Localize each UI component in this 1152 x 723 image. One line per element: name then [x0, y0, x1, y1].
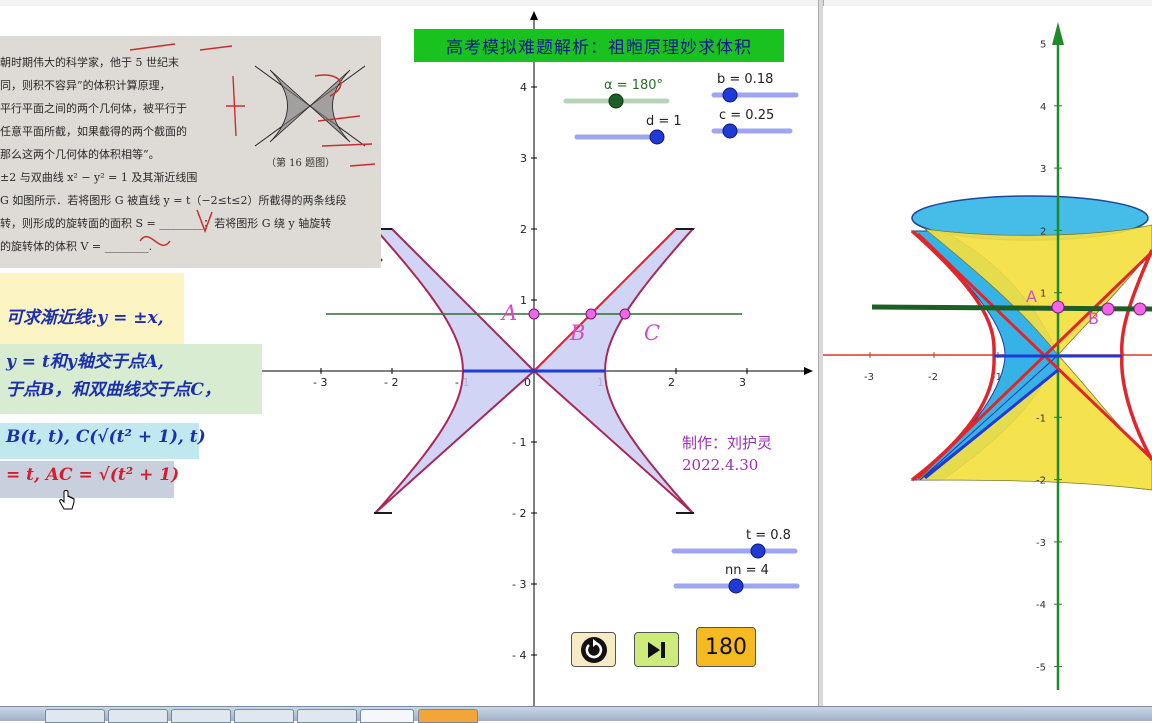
- label-b-3d: B: [1088, 309, 1099, 328]
- y-tick-label: 4: [520, 81, 527, 94]
- hand-cursor-icon: [59, 490, 75, 510]
- note-intersection-line-2: 于点B，和双曲线交于点C，: [6, 380, 221, 400]
- x-tick-label-3d: -2: [928, 372, 938, 383]
- slider-t[interactable]: [671, 543, 798, 559]
- y-tick-label-3d: 5: [1040, 40, 1046, 51]
- y-tick-label-3d: 2: [1040, 226, 1046, 237]
- note-intersection-line-1: y = t和y轴交于点A,: [6, 352, 164, 372]
- y-tick-label: - 2: [512, 507, 526, 520]
- slider-alpha-label: α = 180°: [604, 78, 664, 93]
- label-a-3d: A: [1026, 287, 1037, 306]
- taskbar-item[interactable]: [234, 709, 294, 723]
- y-tick-label: 3: [520, 152, 527, 165]
- point-a-3d[interactable]: [1051, 300, 1065, 314]
- taskbar-item[interactable]: [418, 709, 478, 723]
- slider-d-label: d = 1: [646, 114, 682, 129]
- y-tick-label: 2: [520, 223, 527, 236]
- x-tick-label: 2: [668, 376, 675, 389]
- taskbar-item[interactable]: [108, 709, 168, 723]
- credit-author: 制作：刘护灵: [682, 434, 773, 452]
- graphics-3d-canvas[interactable]: -3 -2 -1 54321-1-2-3-4-5 A B: [823, 6, 1152, 706]
- y-tick-label-3d: 4: [1040, 102, 1046, 113]
- y-tick-label: - 1: [512, 436, 526, 449]
- x-tick-label: 3: [739, 376, 746, 389]
- graphics-view-3d[interactable]: -3 -2 -1 5 4 3 2 1 -1 -2 -3 -4 -5 A B: [823, 6, 1152, 706]
- point-a[interactable]: [528, 308, 540, 320]
- point-b-3d[interactable]: [1101, 302, 1115, 316]
- reset-button[interactable]: [571, 632, 616, 667]
- taskbar-item[interactable]: [297, 709, 357, 723]
- value-button[interactable]: 180: [696, 627, 756, 667]
- graphics-view-2d[interactable]: - 3- 2- 10123 4321- 1- 2- 3- 4 A B C: [0, 6, 818, 706]
- y-tick-label: - 3: [512, 578, 526, 591]
- taskbar-item[interactable]: [45, 709, 105, 723]
- slider-b-label: b = 0.18: [717, 72, 774, 87]
- taskbar-item[interactable]: [171, 709, 231, 723]
- point-b[interactable]: [585, 308, 597, 320]
- y-tick-label-3d: -4: [1036, 600, 1046, 611]
- y-tick-label-3d: -5: [1036, 663, 1046, 674]
- title-banner: 高考模拟难题解析：祖暅原理妙求体积: [414, 29, 784, 62]
- slider-nn[interactable]: [673, 578, 800, 594]
- slider-t-label: t = 0.8: [746, 528, 791, 543]
- y-tick-label-3d: 3: [1040, 164, 1046, 175]
- point-c[interactable]: [619, 308, 631, 320]
- x-tick-label-3d: -3: [864, 372, 874, 383]
- credit-date: 2022.4.30: [682, 456, 759, 474]
- y-tick-label: 1: [520, 294, 527, 307]
- reset-icon: [580, 636, 607, 663]
- x-axis-ticks-3d: -3 -2 -1: [864, 352, 1002, 383]
- y-axis-3d-arrow: [1052, 22, 1064, 45]
- problem-photo: 朝时期伟大的科学家，他于 5 世纪末 同，则积不容异”的体积计算原理， 平行平面之间…: [0, 36, 381, 268]
- slider-c[interactable]: [711, 123, 793, 139]
- note-intersections[interactable]: y = t和y轴交于点A, 于点B，和双曲线交于点C，: [0, 344, 262, 414]
- x-tick-label: - 2: [384, 376, 398, 389]
- note-lengths[interactable]: = t, AC = √(t² + 1): [0, 461, 179, 498]
- label-a: A: [500, 301, 517, 325]
- label-b: B: [569, 321, 585, 345]
- slider-c-label: c = 0.25: [719, 108, 775, 123]
- slider-b[interactable]: [711, 87, 799, 103]
- label-c: C: [644, 321, 660, 345]
- slider-nn-label: nn = 4: [725, 563, 769, 578]
- handwriting-marks: [129, 43, 376, 247]
- taskbar: [0, 706, 1152, 723]
- taskbar-item-active[interactable]: [360, 709, 414, 723]
- y-tick-label-3d: -2: [1036, 476, 1046, 487]
- step-button[interactable]: [634, 632, 679, 667]
- step-forward-icon: [647, 641, 665, 658]
- note-asymptote[interactable]: 可求渐近线:y = ±x,: [0, 273, 184, 344]
- note-coordinates[interactable]: B(t, t), C(√(t² + 1), t): [0, 423, 206, 459]
- y-tick-label-3d: -1: [1036, 413, 1046, 424]
- title-text: 高考模拟难题解析：祖暅原理妙求体积: [446, 38, 752, 58]
- y-tick-label-3d: 1: [1040, 289, 1046, 300]
- y-tick-label-3d: -3: [1036, 538, 1046, 549]
- slider-alpha[interactable]: [563, 93, 670, 109]
- y-tick-label: - 4: [512, 649, 526, 662]
- x-tick-label: - 3: [313, 376, 327, 389]
- slider-d[interactable]: [574, 129, 665, 145]
- point-c-3d[interactable]: [1133, 302, 1147, 316]
